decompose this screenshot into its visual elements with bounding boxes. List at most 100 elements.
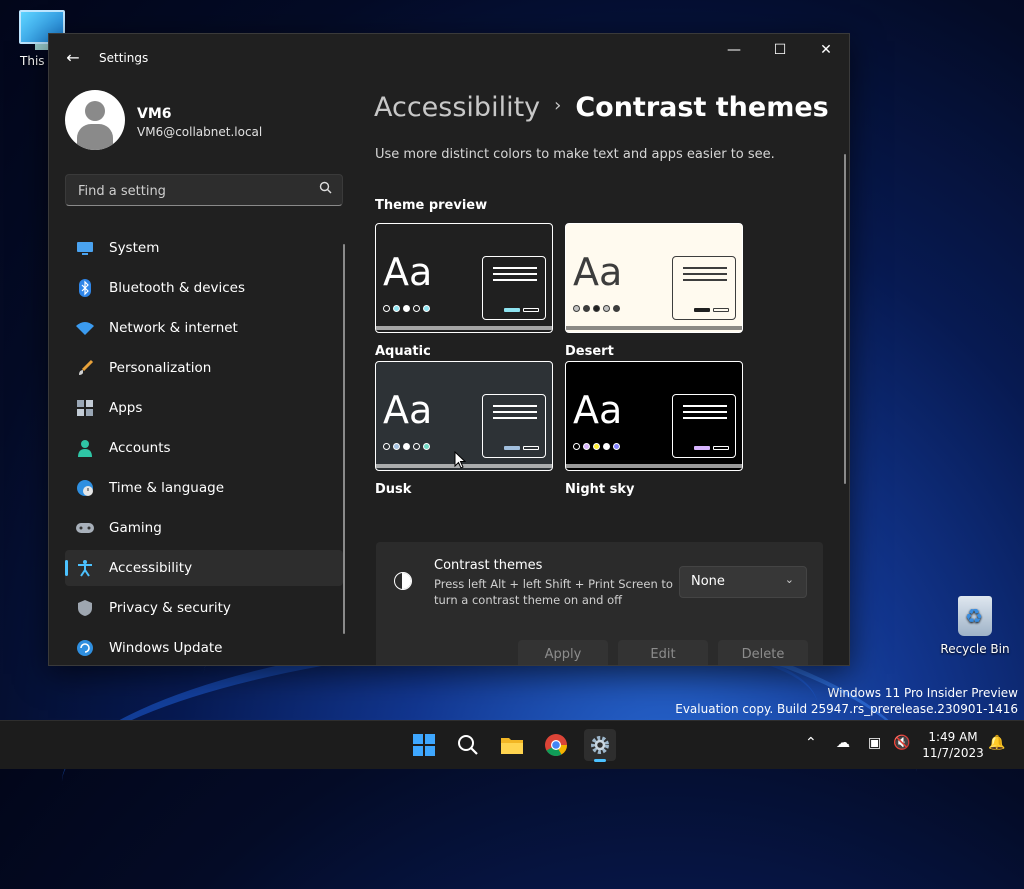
sidebar-item-network[interactable]: Network & internet <box>65 310 343 346</box>
sidebar-item-time-language[interactable]: Time & language <box>65 470 343 506</box>
sidebar-item-label: Accessibility <box>109 560 193 576</box>
sidebar-item-accounts[interactable]: Accounts <box>65 430 343 466</box>
theme-card-aquatic[interactable]: Aa <box>375 223 553 333</box>
theme-name: Desert <box>565 344 614 359</box>
settings-taskbar-button[interactable] <box>584 729 616 762</box>
sidebar-item-bluetooth[interactable]: Bluetooth & devices <box>65 270 343 306</box>
breadcrumb: Accessibility › Contrast themes <box>374 92 829 123</box>
theme-text-line <box>493 417 537 419</box>
file-explorer-icon <box>501 738 523 754</box>
theme-color-dot <box>413 443 420 450</box>
title-bar[interactable]: ← Settings — ☐ ✕ <box>49 34 849 82</box>
apply-button[interactable]: Apply <box>518 640 608 665</box>
back-arrow-icon: ← <box>66 48 80 67</box>
sidebar-item-gaming[interactable]: Gaming <box>65 510 343 546</box>
minimize-button[interactable]: — <box>711 34 757 66</box>
theme-text-line <box>683 267 727 269</box>
theme-color-dot <box>383 443 390 450</box>
monitor-icon <box>75 238 95 258</box>
theme-sample-text: Aa <box>383 388 433 432</box>
theme-mini-window <box>482 256 546 320</box>
user-email: VM6@collabnet.local <box>137 125 263 139</box>
search-icon[interactable] <box>319 181 332 198</box>
sidebar-item-apps[interactable]: Apps <box>65 390 343 426</box>
back-button[interactable]: ← <box>61 46 85 70</box>
bluetooth-icon <box>75 278 95 298</box>
theme-color-dot <box>423 443 430 450</box>
shield-icon <box>75 598 95 618</box>
theme-card-night-sky[interactable]: Aa <box>565 361 743 471</box>
clock-time: 1:49 AM <box>928 730 978 744</box>
page-title: Contrast themes <box>575 92 829 123</box>
network-icon[interactable]: ▣ <box>868 735 881 751</box>
theme-accent-button <box>504 446 520 450</box>
evaluation-watermark: Windows 11 Pro Insider Preview Evaluatio… <box>675 686 1018 716</box>
contrast-theme-dropdown[interactable]: None ⌄ <box>679 566 807 598</box>
maximize-button[interactable]: ☐ <box>757 34 803 66</box>
contrast-icon <box>394 572 412 590</box>
globe-clock-icon <box>75 478 95 498</box>
sidebar-nav: System Bluetooth & devices Network & int… <box>65 230 343 665</box>
theme-outline-button <box>713 308 729 312</box>
theme-card-desert[interactable]: Aa <box>565 223 743 333</box>
theme-color-dot <box>613 305 620 312</box>
user-name: VM6 <box>137 106 172 122</box>
chrome-button[interactable] <box>540 729 572 761</box>
main-scrollbar[interactable] <box>844 154 846 484</box>
maximize-icon: ☐ <box>773 42 787 58</box>
theme-sample-text: Aa <box>573 388 623 432</box>
person-icon <box>75 438 95 458</box>
edit-button[interactable]: Edit <box>618 640 708 665</box>
minimize-icon: — <box>727 42 741 58</box>
theme-accent-button <box>504 308 520 312</box>
wifi-icon <box>75 318 95 338</box>
contrast-themes-panel: Contrast themes Press left Alt + left Sh… <box>376 542 823 665</box>
theme-mini-window <box>482 394 546 458</box>
chrome-icon <box>545 734 567 756</box>
theme-color-dot <box>583 443 590 450</box>
sidebar-item-privacy-security[interactable]: Privacy & security <box>65 590 343 626</box>
recycle-bin-icon <box>958 596 992 636</box>
sidebar-item-windows-update[interactable]: Windows Update <box>65 630 343 665</box>
chevron-up-icon[interactable]: ⌃ <box>805 735 817 751</box>
theme-color-dot <box>393 305 400 312</box>
close-button[interactable]: ✕ <box>803 34 849 66</box>
theme-sample-text: Aa <box>383 250 433 294</box>
theme-outline-button <box>713 446 729 450</box>
theme-text-line <box>493 267 537 269</box>
breadcrumb-parent-link[interactable]: Accessibility <box>374 92 540 123</box>
start-button[interactable] <box>408 729 440 761</box>
recycle-bin-desktop-icon[interactable]: Recycle Bin <box>938 596 1012 656</box>
theme-color-dot <box>403 443 410 450</box>
theme-accent-button <box>694 308 710 312</box>
update-icon <box>75 638 95 658</box>
search-box[interactable] <box>65 174 343 206</box>
file-explorer-button[interactable] <box>496 729 528 761</box>
sidebar-item-accessibility[interactable]: Accessibility <box>65 550 343 586</box>
theme-sample-text: Aa <box>573 250 623 294</box>
theme-text-line <box>683 411 727 413</box>
taskbar-clock[interactable]: 1:49 AM 11/7/2023 <box>918 729 988 761</box>
settings-window: ← Settings — ☐ ✕ VM6 VM6@collabnet.local… <box>48 33 850 666</box>
sidebar-scrollbar[interactable] <box>343 244 345 634</box>
theme-color-dot <box>573 443 580 450</box>
sidebar-item-personalization[interactable]: Personalization <box>65 350 343 386</box>
theme-color-dot <box>573 305 580 312</box>
theme-text-line <box>493 405 537 407</box>
delete-button[interactable]: Delete <box>718 640 808 665</box>
notification-bell-icon[interactable]: 🔔 <box>988 735 1005 751</box>
sidebar-item-label: Windows Update <box>109 640 223 656</box>
search-input[interactable] <box>76 181 310 201</box>
theme-text-line <box>683 417 727 419</box>
theme-preview-heading: Theme preview <box>375 198 488 213</box>
onedrive-icon[interactable]: ☁ <box>836 735 850 751</box>
sidebar-item-label: Personalization <box>109 360 212 376</box>
theme-color-dot <box>603 443 610 450</box>
theme-color-dot <box>593 305 600 312</box>
volume-muted-icon[interactable]: 🔇 <box>893 735 910 751</box>
theme-color-dot <box>593 443 600 450</box>
gamepad-icon <box>75 518 95 538</box>
sidebar-item-system[interactable]: System <box>65 230 343 266</box>
theme-outline-button <box>523 446 539 450</box>
taskbar-search-button[interactable] <box>452 729 484 761</box>
